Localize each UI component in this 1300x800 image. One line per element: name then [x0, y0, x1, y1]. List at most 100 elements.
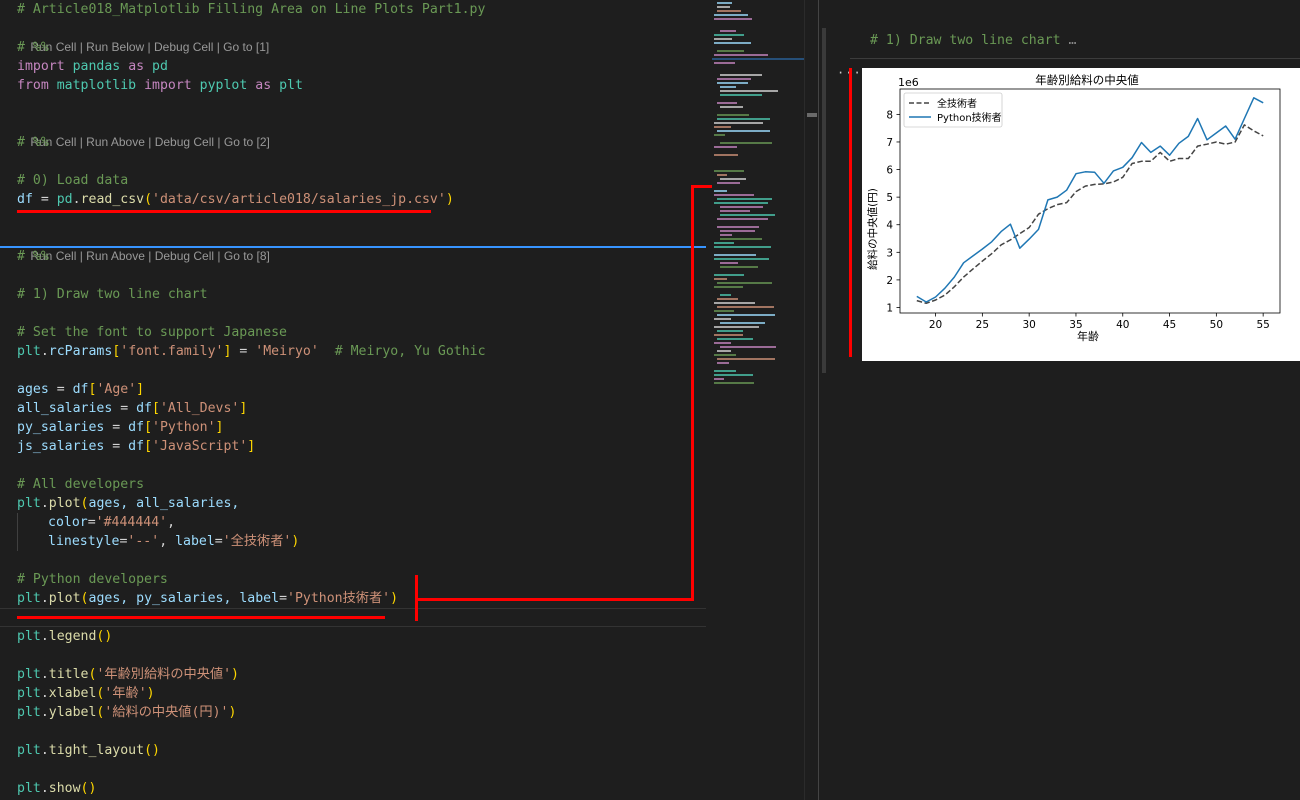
- run-above-link[interactable]: Run Above: [86, 135, 145, 149]
- minimap-code-row: [714, 14, 748, 16]
- legend-label: 全技術者: [937, 97, 977, 110]
- minimap-code-row: [717, 114, 749, 116]
- debug-cell-link[interactable]: Debug Cell: [154, 40, 213, 54]
- minimap-code-row: [717, 182, 740, 184]
- minimap-code-row: [714, 42, 751, 44]
- active-cell-separator: [0, 246, 706, 248]
- annotation-underline-plot-python: [17, 616, 385, 619]
- indent-guide: [17, 513, 18, 551]
- code-line-ylabel: plt.ylabel('給料の中央値(円)'): [17, 705, 237, 720]
- debug-cell-link[interactable]: Debug Cell: [155, 135, 214, 149]
- x-axis-label: 年齢: [1077, 329, 1099, 343]
- minimap-code-row: [714, 62, 735, 64]
- chart-title: 年齢別給料の中央値: [1035, 73, 1139, 87]
- minimap-code-row: [717, 10, 741, 12]
- cell-marker: # %%: [17, 40, 49, 55]
- minimap-code-row: [717, 82, 748, 84]
- minimap-code-row: [717, 350, 731, 352]
- code-line-js-salaries: js_salaries = df['JavaScript']: [17, 439, 256, 454]
- annotation-underline-read-csv: [17, 210, 431, 213]
- minimap[interactable]: [712, 0, 804, 800]
- minimap-code-row: [714, 278, 727, 280]
- minimap-code-row: [717, 362, 729, 364]
- minimap-code-row: [714, 34, 744, 36]
- debug-cell-link[interactable]: Debug Cell: [155, 249, 214, 263]
- minimap-code-row: [717, 314, 775, 316]
- minimap-code-row: [717, 6, 730, 8]
- code-editor[interactable]: # Article018_Matplotlib Filling Area on …: [0, 0, 706, 800]
- minimap-code-row: [720, 142, 772, 144]
- annotation-connector-horizontal: [417, 598, 694, 601]
- cell-marker: # %%: [17, 135, 49, 150]
- minimap-code-row: [717, 198, 772, 200]
- minimap-code-row: [720, 322, 765, 324]
- editor-scrollbar[interactable]: [804, 0, 819, 800]
- output-cell-divider: [850, 58, 1300, 59]
- code-line-rcparams: plt.rcParams['font.family'] = 'Meiryo' #…: [17, 344, 486, 359]
- go-to-link[interactable]: Go to [1]: [223, 40, 269, 54]
- minimap-code-row: [714, 54, 768, 56]
- y-tick-label: 7: [886, 137, 893, 149]
- minimap-code-row: [720, 294, 731, 296]
- code-line-plot-all-color: color='#444444',: [48, 515, 176, 530]
- output-scrollbar[interactable]: [822, 28, 826, 373]
- minimap-code-row: [720, 106, 743, 108]
- minimap-code-row: [717, 130, 770, 132]
- minimap-code-row: [714, 286, 743, 288]
- go-to-link[interactable]: Go to [2]: [224, 135, 270, 149]
- minimap-code-row: [717, 118, 770, 120]
- minimap-code-row: [720, 206, 763, 208]
- minimap-code-row: [717, 2, 732, 4]
- code-line-file-comment: # Article018_Matplotlib Filling Area on …: [17, 2, 486, 17]
- y-tick-label: 2: [886, 275, 893, 287]
- code-line-py-salaries: py_salaries = df['Python']: [17, 420, 224, 435]
- minimap-code-row: [714, 122, 763, 124]
- code-line-title: plt.title('年齢別給料の中央値'): [17, 667, 239, 682]
- code-line-import-pandas: import pandas as pd: [17, 59, 168, 74]
- series-line-python: [916, 97, 1264, 303]
- code-line-plot-all: plt.plot(ages, all_salaries,: [17, 496, 240, 511]
- y-tick-label: 1: [886, 302, 893, 314]
- minimap-code-row: [714, 342, 731, 344]
- code-line-read-csv: df = pd.read_csv('data/csv/article018/sa…: [17, 192, 454, 207]
- x-tick-label: 30: [1022, 319, 1035, 331]
- minimap-code-row: [720, 86, 736, 88]
- minimap-code-row: [717, 338, 753, 340]
- minimap-code-row: [714, 194, 754, 196]
- code-line-load-comment: # 0) Load data: [17, 173, 129, 188]
- plot-output-image: 年齢別給料の中央値 1e6 20 25 30 35 40 45 50 55 1 2 3 4 5 6 7 8 全技…: [862, 68, 1300, 361]
- minimap-code-row: [720, 346, 776, 348]
- code-line-draw-comment: # 1) Draw two line chart: [17, 287, 208, 302]
- y-tick-label: 3: [886, 247, 893, 259]
- minimap-code-row: [714, 18, 752, 20]
- code-line-font-comment: # Set the font to support Japanese: [17, 325, 287, 340]
- y-tick-label: 8: [886, 109, 893, 121]
- minimap-cursor-highlight: [712, 58, 804, 60]
- minimap-code-row: [714, 258, 769, 260]
- x-tick-label: 40: [1116, 319, 1129, 331]
- code-lens-cell-2: Run Cell | Run Above | Debug Cell | Go t…: [30, 135, 270, 149]
- scrollbar-position-marker[interactable]: [807, 113, 817, 117]
- minimap-code-row: [714, 382, 754, 384]
- y-axis-label: 給料の中央値(円): [866, 188, 879, 270]
- run-above-link[interactable]: Run Above: [86, 249, 145, 263]
- minimap-code-row: [714, 134, 725, 136]
- minimap-code-row: [714, 274, 744, 276]
- minimap-code-row: [717, 358, 775, 360]
- minimap-code-row: [714, 242, 734, 244]
- y-tick-label: 6: [886, 165, 893, 177]
- minimap-code-row: [720, 230, 755, 232]
- minimap-code-row: [714, 310, 734, 312]
- code-line-xlabel: plt.xlabel('年齢'): [17, 686, 155, 701]
- minimap-code-row: [714, 318, 731, 320]
- minimap-code-row: [714, 378, 724, 380]
- go-to-link[interactable]: Go to [8]: [224, 249, 270, 263]
- minimap-code-row: [714, 202, 768, 204]
- minimap-code-row: [717, 330, 743, 332]
- minimap-code-row: [717, 174, 727, 176]
- y-offset-label: 1e6: [898, 76, 919, 89]
- annotation-connector-vertical: [691, 185, 694, 601]
- run-below-link[interactable]: Run Below: [86, 40, 144, 54]
- legend-label: Python技術者: [937, 111, 1002, 124]
- output-cell-header[interactable]: # 1) Draw two line chart …: [870, 33, 1076, 48]
